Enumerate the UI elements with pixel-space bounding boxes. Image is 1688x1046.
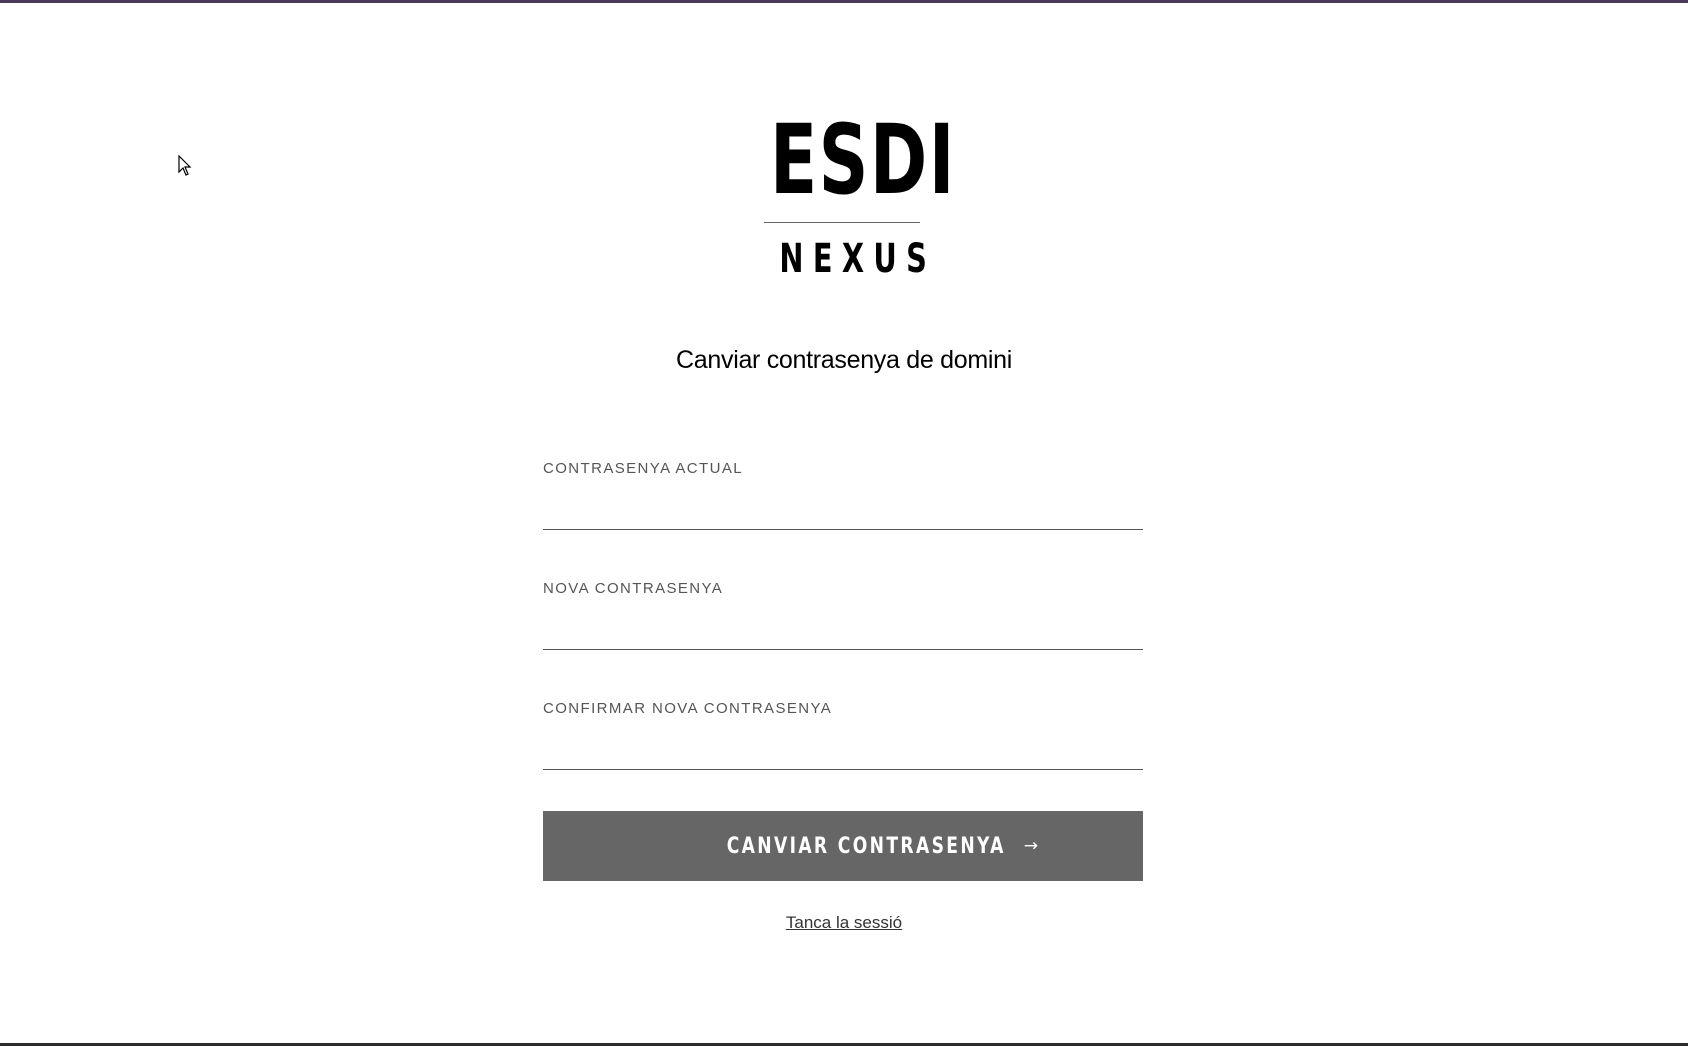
logo-sub-text: NEXUS (779, 236, 937, 282)
mouse-cursor-icon (178, 155, 192, 176)
current-password-field-group: CONTRASENYA ACTUAL (543, 460, 1143, 580)
logout-link[interactable]: Tanca la sessió (786, 913, 902, 932)
current-password-input[interactable] (543, 478, 1143, 530)
new-password-label: NOVA CONTRASENYA (543, 580, 724, 597)
esdi-nexus-logo: ESDI NEXUS (742, 104, 956, 282)
current-password-label: CONTRASENYA ACTUAL (543, 460, 743, 477)
arrow-right-icon: → (1023, 836, 1039, 856)
new-password-field-group: NOVA CONTRASENYA (543, 580, 1143, 700)
new-password-input[interactable] (543, 598, 1143, 650)
page-title: Canviar contrasenya de domini (676, 346, 1012, 374)
logout-link-container: Tanca la sessió (0, 913, 1688, 933)
logo-divider (764, 222, 920, 223)
logo-main-text: ESDI (770, 104, 956, 216)
top-accent-bar (0, 0, 1688, 3)
change-password-form: CONTRASENYA ACTUAL NOVA CONTRASENYA CONF… (543, 460, 1143, 881)
change-password-button[interactable]: CANVIAR CONTRASENYA → (543, 811, 1143, 881)
change-password-button-label: CANVIAR CONTRASENYA (726, 833, 1006, 859)
confirm-password-field-group: CONFIRMAR NOVA CONTRASENYA (543, 700, 1143, 820)
confirm-password-label: CONFIRMAR NOVA CONTRASENYA (543, 700, 833, 717)
confirm-password-input[interactable] (543, 718, 1143, 770)
